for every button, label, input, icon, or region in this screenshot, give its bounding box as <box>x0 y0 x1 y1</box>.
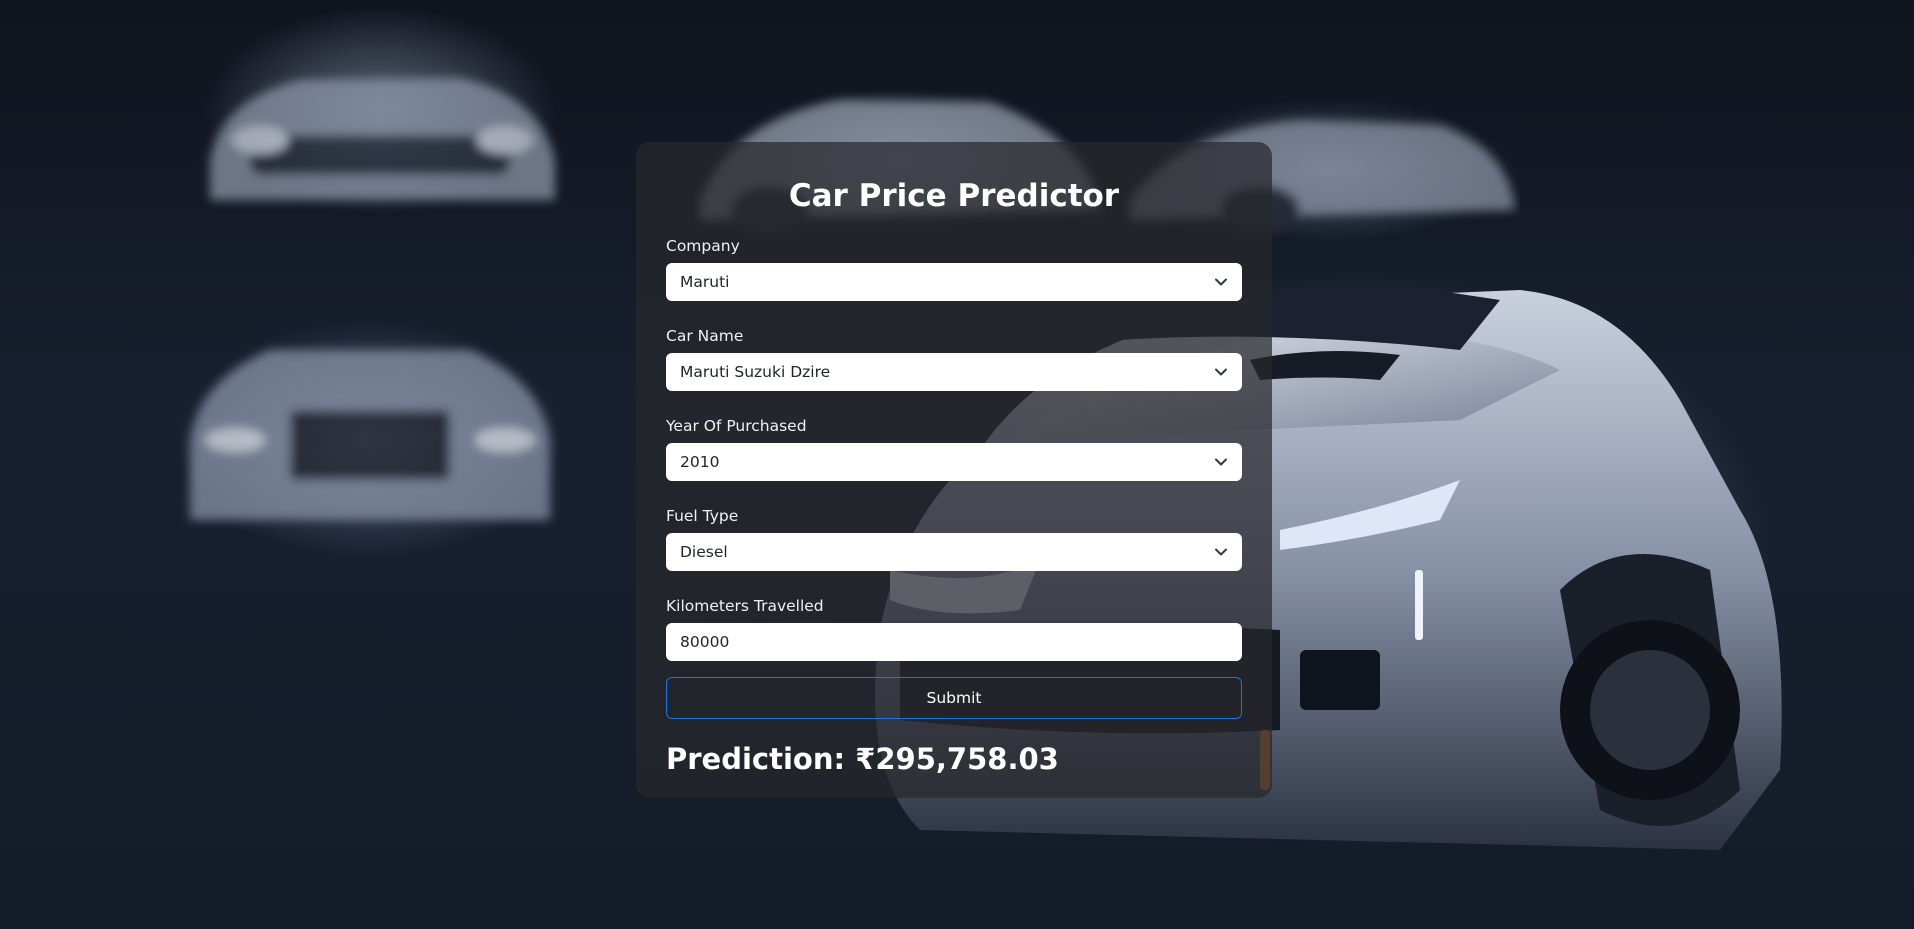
car-name-select-value: Maruti Suzuki Dzire <box>680 363 831 381</box>
background-car-image <box>190 350 550 520</box>
chevron-down-icon <box>1215 458 1227 466</box>
prediction-result: Prediction: ₹295,758.03 <box>666 739 1242 779</box>
fuel-type-field-group: Fuel Type Diesel <box>666 505 1242 571</box>
year-label: Year Of Purchased <box>666 417 807 435</box>
year-select[interactable]: 2010 <box>666 443 1242 481</box>
car-name-select[interactable]: Maruti Suzuki Dzire <box>666 353 1242 391</box>
fuel-type-label: Fuel Type <box>666 507 739 525</box>
company-field-group: Company Maruti <box>666 235 1242 301</box>
chevron-down-icon <box>1215 368 1227 376</box>
kms-label: Kilometers Travelled <box>666 597 824 615</box>
kms-input[interactable]: 80000 <box>666 623 1242 661</box>
fuel-type-select[interactable]: Diesel <box>666 533 1242 571</box>
chevron-down-icon <box>1215 278 1227 286</box>
car-name-field-group: Car Name Maruti Suzuki Dzire <box>666 325 1242 391</box>
company-select-value: Maruti <box>680 273 730 291</box>
prediction-value: ₹295,758.03 <box>855 742 1059 776</box>
chevron-down-icon <box>1215 548 1227 556</box>
company-select[interactable]: Maruti <box>666 263 1242 301</box>
background-car-image <box>210 78 555 200</box>
year-select-value: 2010 <box>680 453 720 471</box>
company-label: Company <box>666 237 740 255</box>
kms-input-value: 80000 <box>680 633 730 651</box>
fuel-type-select-value: Diesel <box>680 543 728 561</box>
prediction-label: Prediction: <box>666 742 846 776</box>
page-title: Car Price Predictor <box>788 178 1120 214</box>
car-name-label: Car Name <box>666 327 744 345</box>
predictor-form-card: Car Price Predictor Company Maruti Car N… <box>636 142 1272 798</box>
kms-field-group: Kilometers Travelled 80000 <box>666 595 1242 661</box>
submit-button[interactable]: Submit <box>666 677 1242 719</box>
year-field-group: Year Of Purchased 2010 <box>666 415 1242 481</box>
